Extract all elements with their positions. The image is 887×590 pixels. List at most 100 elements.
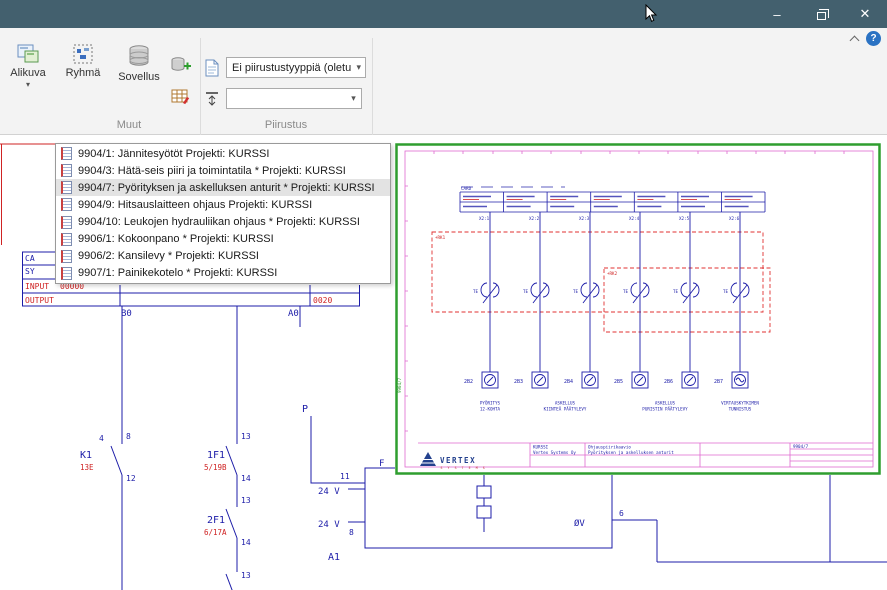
- component-k1: K1: [80, 450, 92, 461]
- drawing-list-item-label: 9904/10: Leukojen hydrauliikan ohjaus * …: [78, 216, 360, 228]
- drawing-doc-icon: [61, 250, 72, 263]
- database-icon: [127, 44, 151, 68]
- close-icon: ✕: [860, 6, 871, 22]
- restore-icon: [817, 12, 826, 20]
- table-row-input: INPUT: [25, 282, 49, 291]
- component-k1-ref: 13E: [80, 463, 94, 472]
- drawing-list-item[interactable]: 9904/9: Hitsauslaitteen ohjaus Projekti:…: [56, 196, 390, 213]
- x2-label: X2:5: [679, 216, 690, 221]
- help-button[interactable]: ?: [866, 31, 881, 46]
- svg-text:Pyörityksen ja askelluksen ant: Pyörityksen ja askelluksen anturit: [588, 450, 674, 455]
- voltage-0v: ØV: [574, 518, 585, 529]
- component-2f1-ref: 6/17A: [204, 528, 227, 537]
- drawing-list-item[interactable]: 9906/2: Kansilevy * Projekti: KURSSI: [56, 248, 390, 265]
- group-selection-icon: [73, 44, 93, 64]
- chevron-down-icon: ▾: [346, 89, 361, 108]
- minimize-icon: –: [773, 7, 780, 22]
- drawing-list-item-selected[interactable]: 9904/7: Pyörityksen ja askelluksen antur…: [56, 179, 390, 196]
- te-label: TE: [673, 289, 679, 294]
- wire-label-a0: A0: [288, 309, 299, 319]
- subpicture-icon: [17, 44, 39, 64]
- table-row-sy: SY: [25, 267, 35, 276]
- te-label: TE: [623, 289, 629, 294]
- database-add-icon: [170, 56, 192, 74]
- group-label-piirustus: Piirustus: [200, 119, 372, 131]
- component-1f1: 1F1: [207, 450, 225, 461]
- drawing-type-dropdown[interactable]: Ei piirustustyyppiä (oletu ▾: [226, 57, 366, 78]
- drawing-doc-icon: [61, 164, 72, 177]
- output-value: 0020: [313, 296, 332, 305]
- svg-text:KIINTEÄ PÄÄTYLEVY: KIINTEÄ PÄÄTYLEVY: [544, 407, 587, 412]
- database-add-button[interactable]: [168, 52, 194, 78]
- drawing-doc-icon: [61, 181, 72, 194]
- x2-label: X2:3: [579, 216, 590, 221]
- x2-label: X2:2: [529, 216, 540, 221]
- wire-label-p: P: [302, 404, 308, 415]
- svg-text:ASKELLUS: ASKELLUS: [555, 401, 576, 406]
- terminal: 8: [126, 432, 131, 441]
- sovellus-button[interactable]: Sovellus: [112, 40, 166, 116]
- drawing-list-item[interactable]: 9904/3: Hätä-seis piiri ja toimintatila …: [56, 162, 390, 179]
- ryhma-button[interactable]: Ryhmä: [58, 40, 108, 116]
- help-icon: ?: [870, 33, 876, 44]
- alikuva-label: Alikuva: [10, 67, 45, 79]
- drawing-doc-icon: [61, 233, 72, 246]
- drawing-doc-icon: [61, 216, 72, 229]
- terminal: 13: [241, 496, 251, 505]
- drawing-doc-icon: [61, 198, 72, 211]
- drawing-type-value: Ei piirustustyyppiä (oletu: [232, 62, 351, 74]
- terminal: 13: [241, 432, 251, 441]
- te-label: TE: [523, 289, 529, 294]
- chevron-up-icon: [849, 36, 859, 46]
- edit-table-button[interactable]: [168, 84, 194, 110]
- terminal: 14: [241, 538, 251, 547]
- minimize-button[interactable]: –: [755, 0, 799, 28]
- ryhma-label: Ryhmä: [66, 67, 101, 79]
- titlebar: – ✕: [0, 0, 887, 28]
- vertex-logo-text: VERTEX: [440, 456, 476, 465]
- svg-text:KURSSI: KURSSI: [533, 445, 549, 450]
- drawing-list-item[interactable]: 9907/1: Painikekotelo * Projekti: KURSSI: [56, 265, 390, 282]
- restore-button[interactable]: [799, 0, 843, 28]
- component-2f1: 2F1: [207, 515, 225, 526]
- location-label: +RK2: [607, 271, 618, 276]
- drawing-list-item-label: 9906/1: Kokoonpano * Projekti: KURSSI: [78, 233, 274, 245]
- x2-label: X2:4: [629, 216, 640, 221]
- side-plot-text: 9904/7: [397, 377, 402, 393]
- group-separator: [200, 38, 201, 150]
- x2-label: X2:6: [729, 216, 740, 221]
- svg-text:Ohjauspiirikaavio: Ohjauspiirikaavio: [588, 445, 631, 450]
- alikuva-button[interactable]: Alikuva ▾: [4, 40, 52, 116]
- close-button[interactable]: ✕: [843, 0, 887, 28]
- sensor-label: 2B5: [614, 379, 623, 385]
- te-label: TE: [573, 289, 579, 294]
- te-label: TE: [723, 289, 729, 294]
- collapse-ribbon-button[interactable]: [845, 30, 863, 48]
- svg-text:ASKELLUS: ASKELLUS: [655, 401, 676, 406]
- sheet-dropdown[interactable]: ▾: [226, 88, 362, 109]
- card-header: CARD: [461, 186, 472, 191]
- x2-label: X2:1: [479, 216, 490, 221]
- drawing-list-item[interactable]: 9904/1: Jännitesyötöt Projekti: KURSSI: [56, 145, 390, 162]
- sensor-label: 2B2: [464, 379, 473, 385]
- sensor-label: 2B3: [514, 379, 523, 385]
- group-label-muut: Muut: [58, 119, 200, 131]
- svg-text:9904/7: 9904/7: [793, 444, 809, 449]
- svg-text:PURISTIN PÄÄTYLEVY: PURISTIN PÄÄTYLEVY: [642, 407, 688, 412]
- ribbon: Alikuva ▾ Ryhmä Sovellus: [0, 28, 887, 135]
- drawing-list-item[interactable]: 9904/10: Leukojen hydrauliikan ohjaus * …: [56, 214, 390, 231]
- drawing-preview-pane[interactable]: CARD +RK1 +RK2: [395, 143, 881, 475]
- group-separator: [372, 38, 373, 150]
- table-row-output: OUTPUT: [25, 296, 54, 305]
- voltage-24v: 24 V: [318, 487, 340, 497]
- chevron-down-icon: ▾: [26, 82, 30, 87]
- drawing-list-item[interactable]: 9906/1: Kokoonpano * Projekti: KURSSI: [56, 231, 390, 248]
- drawing-list-item-label: 9904/9: Hitsauslaitteen ohjaus Projekti:…: [78, 199, 312, 211]
- terminal: 11: [340, 472, 350, 481]
- drawing-doc-icon: [61, 147, 72, 160]
- drawing-canvas[interactable]: CA SY INPUT OUTPUT 00000 0020 B0 A0 P: [0, 135, 887, 590]
- svg-text:VIRTAUSKYTKIMEN: VIRTAUSKYTKIMEN: [721, 401, 759, 406]
- drawing-list-item-label: 9906/2: Kansilevy * Projekti: KURSSI: [78, 250, 259, 262]
- svg-text:PYÖRITYS: PYÖRITYS: [480, 401, 501, 406]
- preview-schematic: CARD +RK1 +RK2: [395, 143, 881, 475]
